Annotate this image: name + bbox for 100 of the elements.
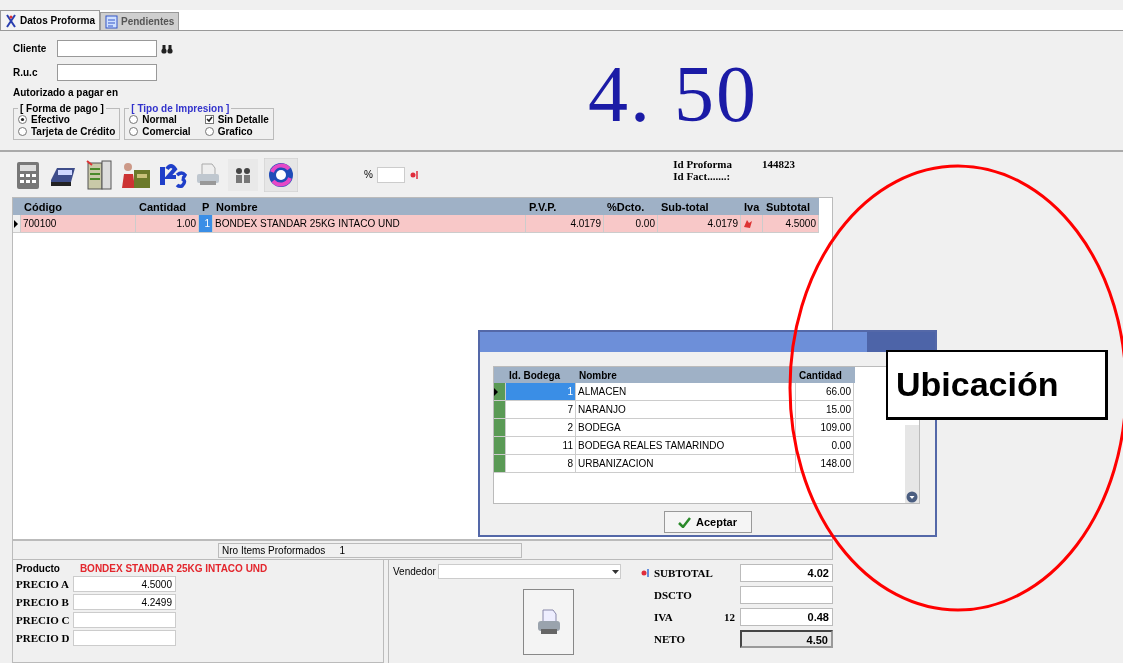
price-field[interactable] [73, 630, 176, 646]
accept-button[interactable]: Aceptar [663, 511, 752, 533]
people-icon[interactable] [228, 158, 258, 191]
radio-button[interactable] [18, 127, 27, 136]
option-label: Efectivo [31, 114, 70, 125]
total-display: 4. 50 [588, 49, 758, 140]
id-label: Id Proforma [673, 158, 732, 170]
row-pointer-icon [13, 219, 19, 228]
table-cell: 0.00 [604, 215, 658, 233]
table-cell: 148.00 [796, 455, 854, 473]
column-header: Nombre [215, 200, 259, 213]
table-cell: 7 [506, 401, 576, 419]
column-header: Cantidad [138, 200, 188, 213]
column-header: %Dcto. [606, 200, 646, 213]
column-header: Nombre [578, 369, 618, 381]
status-count: 1 [339, 544, 345, 556]
option-label: Grafico [217, 126, 253, 137]
status-label: Nro Items Proformados [222, 544, 326, 556]
dropdown-arrow-icon [610, 568, 620, 575]
total-field: 4.02 [740, 564, 833, 582]
column-header: P.V.P. [528, 200, 558, 213]
price-label: PRECIO B [16, 596, 70, 608]
total-label: DSCTO [653, 588, 693, 603]
column-header: Código [23, 200, 63, 213]
column-header: Cantidad [798, 369, 843, 381]
calculator-icon[interactable] [14, 159, 42, 190]
radio-button[interactable] [129, 127, 139, 136]
total-label: NETO [653, 632, 686, 647]
radio-button[interactable] [129, 115, 139, 124]
price-field[interactable] [73, 612, 176, 628]
callout-label: Ubicación [886, 350, 1108, 420]
price-label: PRECIO C [16, 614, 71, 626]
tab[interactable]: Datos Proforma [0, 10, 100, 30]
percent-label: % [364, 169, 373, 180]
price-field[interactable]: 4.5000 [73, 576, 176, 592]
column-header: P [201, 200, 211, 213]
enter-icon[interactable] [408, 169, 419, 180]
form-icon [105, 14, 118, 29]
option-label: Tarjeta de Crédito [31, 126, 116, 137]
product-name: BONDEX STANDAR 25KG INTACO UND [79, 563, 268, 574]
table-cell: BODEGA [576, 419, 796, 437]
id-value: 144823 [762, 158, 795, 170]
field-label: Cliente [13, 43, 48, 54]
table-cell: 1 [199, 215, 213, 233]
total-field: 0.48 [740, 608, 833, 626]
price-field[interactable]: 4.2499 [73, 594, 176, 610]
column-header: Id. Bodega [508, 369, 562, 381]
table-cell: BONDEX STANDAR 25KG INTACO UND [213, 215, 526, 233]
row-pointer-icon [494, 387, 499, 396]
marker-icon [743, 219, 753, 228]
table-cell: 1.00 [136, 215, 199, 233]
table-cell: BODEGA REALES TAMARINDO [576, 437, 796, 455]
table-cell: 15.00 [796, 401, 854, 419]
input-field[interactable] [57, 40, 157, 57]
table-cell: 4.0179 [658, 215, 741, 233]
table-cell: URBANIZACION [576, 455, 796, 473]
radio-button[interactable] [204, 127, 214, 136]
group-title: [ Forma de pago ] [19, 103, 105, 114]
print-button[interactable] [523, 589, 574, 655]
scroll-down-icon[interactable] [906, 491, 918, 503]
product-label: Producto [16, 563, 60, 574]
checkmark-icon [678, 516, 691, 528]
table-cell: 1 [506, 383, 576, 401]
seller-label: Vendedor [393, 566, 436, 577]
radio-button[interactable] [18, 115, 27, 124]
tax-rate: 12 [723, 611, 735, 623]
option-label: Sin Detalle [217, 114, 269, 125]
document-icon[interactable] [84, 158, 114, 191]
column-header: Subtotal [765, 200, 811, 213]
option-label: Comercial [142, 126, 191, 137]
binoculars-icon[interactable] [161, 43, 173, 54]
checkbox[interactable] [204, 115, 214, 124]
input-field[interactable] [57, 64, 157, 81]
id-label: Id Fact.......: [673, 170, 732, 182]
table-cell: 4.5000 [763, 215, 819, 233]
price-label: PRECIO D [16, 632, 71, 644]
price-label: PRECIO A [16, 578, 70, 590]
table-cell: 2 [506, 419, 576, 437]
table-cell: 66.00 [796, 383, 854, 401]
column-header: Sub-total [660, 200, 710, 213]
table-cell: ALMACEN [576, 383, 796, 401]
table-cell: NARANJO [576, 401, 796, 419]
scrollbar[interactable] [905, 425, 919, 503]
total-field: 4.50 [740, 630, 833, 648]
table-cell: 4.0179 [526, 215, 604, 233]
figure-icon [5, 13, 17, 28]
enter-icon [640, 568, 650, 578]
option-label: Normal [142, 114, 177, 125]
refresh-icon[interactable] [264, 157, 298, 192]
tab[interactable]: Pendientes [100, 12, 180, 30]
section-label: Autorizado a pagar en [13, 87, 119, 98]
table-cell: 109.00 [796, 419, 854, 437]
table-cell: 8 [506, 455, 576, 473]
table-cell: 0.00 [796, 437, 854, 455]
row-header[interactable] [494, 383, 506, 401]
table-cell: 11 [506, 437, 576, 455]
table-cell: 700100 [21, 215, 136, 233]
total-label: IVA [653, 610, 674, 625]
percent-field[interactable] [376, 166, 405, 183]
total-label: SUBTOTAL [653, 566, 714, 581]
